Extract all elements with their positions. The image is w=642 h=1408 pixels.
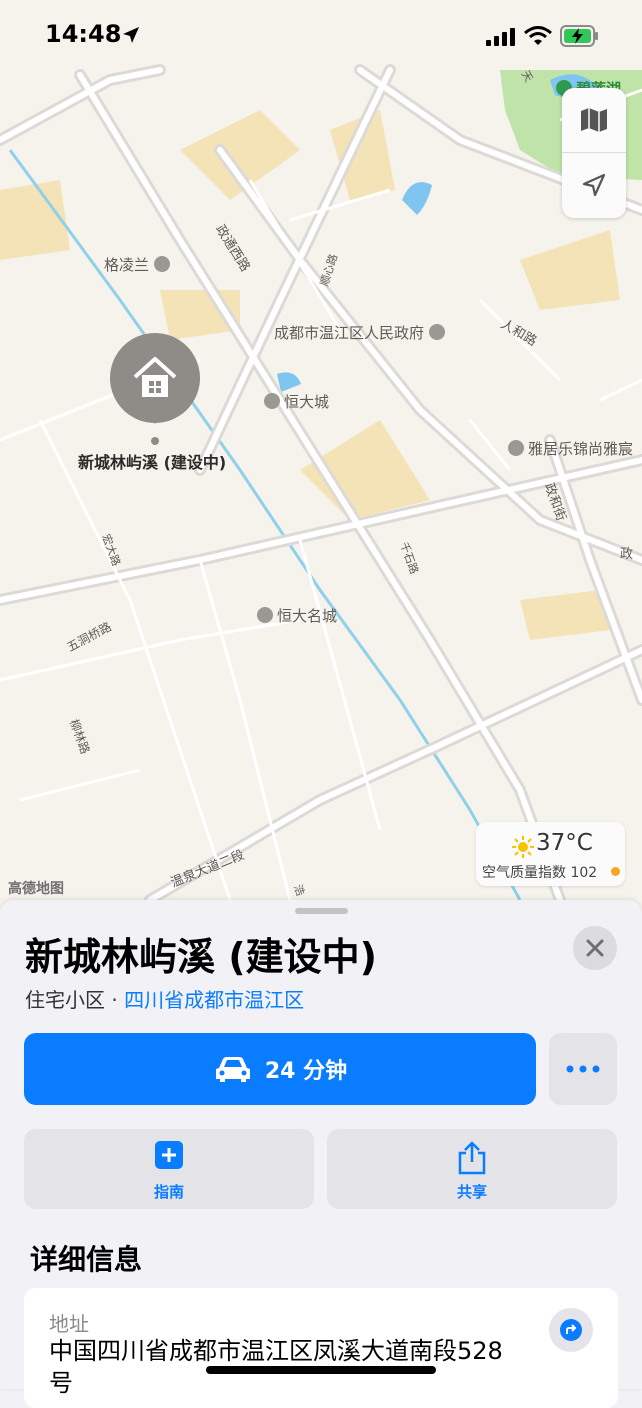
place-sheet: 新城林屿溪 (建设中) 住宅小区 · 四川省成都市温江区 24 分钟 指南 共享… [0,900,642,1408]
poi-icon [508,440,524,456]
location-services-icon [123,27,139,43]
aqi-dot [611,867,620,876]
location-arrow-icon [582,173,606,197]
home-indicator[interactable] [206,1366,436,1374]
map-mode-icon [581,108,607,132]
drive-time: 24 分钟 [264,1059,348,1084]
poi-icon [153,256,170,272]
pin-dot [151,437,159,445]
clock: 14:48 [45,20,122,48]
share-label: 共享 [456,1183,487,1201]
place-title: 新城林屿溪 (建设中) [25,935,377,979]
house-icon [133,357,177,397]
guide-label: 指南 [153,1183,184,1201]
share-button[interactable]: 共享 [327,1129,617,1209]
more-button[interactable] [549,1033,617,1105]
poi-label[interactable]: 恒大名城 [257,605,337,626]
map-brand: 高德地图 [8,881,64,897]
sheet-grabber[interactable] [295,908,348,914]
pin-label[interactable]: 新城林屿溪 (建设中) [78,449,226,473]
add-to-guide-button[interactable]: 指南 [24,1129,314,1209]
directions-button[interactable]: 24 分钟 [24,1033,536,1105]
address-label: 地址 [49,1312,89,1336]
pin-tail [145,410,165,424]
temperature: 37°C [536,830,593,856]
locate-button[interactable] [562,153,626,217]
poi-label[interactable]: 恒大城 [264,391,329,412]
poi-label[interactable]: 雅居乐锦尚雅宸 [508,438,633,459]
map-view[interactable]: 政通西路 顺心路 人和路 政和街 千石路 宏大路 五洞桥路 柳林路 温泉大道二段… [0,0,642,910]
plus-icon [155,1141,183,1169]
address-directions-button[interactable] [549,1308,593,1352]
battery-charging-icon [560,25,598,47]
poi-label[interactable]: 格凌兰 [104,254,174,275]
poi-icon [428,324,445,340]
sun-icon [512,836,534,858]
weather-widget[interactable]: 37°C 空气质量指数 102 [476,822,625,886]
place-category: 住宅小区 · [25,988,125,1012]
poi-icon [264,393,280,409]
road-label: 政 [620,547,634,562]
close-button[interactable] [573,926,617,970]
poi-label[interactable]: 成都市温江区人民政府 [274,322,449,343]
details-heading: 详细信息 [30,1243,143,1276]
status-bar: 14:48 [0,0,642,70]
car-icon [215,1057,250,1082]
place-subtitle: 住宅小区 · 四川省成都市温江区 [25,984,304,1013]
share-icon [458,1141,486,1175]
air-quality: 空气质量指数 102 [482,865,598,881]
wifi-icon [524,26,552,45]
map-controls [562,88,626,218]
close-icon [586,939,604,957]
map-mode-button[interactable] [562,88,626,152]
directions-arrow-icon [560,1319,582,1341]
place-region-link[interactable]: 四川省成都市温江区 [124,988,304,1012]
more-icon [566,1065,600,1073]
poi-icon [257,607,273,623]
cellular-signal-icon [486,28,515,46]
address-card[interactable]: 地址 中国四川省成都市温江区凤溪大道南段528号 [24,1288,618,1408]
